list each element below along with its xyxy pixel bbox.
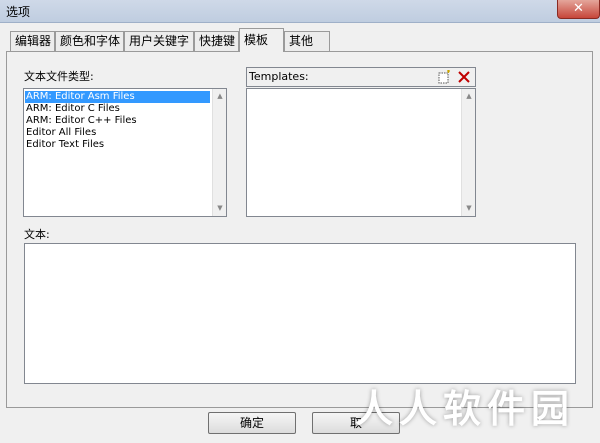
templates-listbox[interactable]: ▲ ▼ bbox=[246, 88, 476, 217]
tab-user-keywords[interactable]: 用户关键字 bbox=[124, 31, 194, 51]
templates-header: Templates: bbox=[246, 67, 476, 87]
scroll-down-icon[interactable]: ▼ bbox=[463, 204, 475, 212]
list-item[interactable]: ARM: Editor C Files bbox=[25, 103, 120, 115]
window-title: 选项 bbox=[6, 5, 31, 19]
file-types-scrollbar[interactable]: ▲ ▼ bbox=[212, 89, 226, 216]
tab-colors-fonts[interactable]: 颜色和字体 bbox=[55, 31, 124, 51]
file-types-listbox[interactable]: ARM: Editor Asm Files ARM: Editor C File… bbox=[23, 88, 227, 217]
tab-templates[interactable]: 模板 bbox=[239, 28, 284, 52]
scroll-up-icon[interactable]: ▲ bbox=[214, 92, 226, 100]
list-item[interactable]: Editor All Files bbox=[25, 127, 96, 139]
title-bar bbox=[0, 0, 600, 23]
close-button[interactable]: ✕ bbox=[557, 0, 600, 19]
watermark: 人人软件园 bbox=[355, 387, 576, 431]
text-label: 文本: bbox=[24, 228, 50, 241]
ok-button[interactable]: 确定 bbox=[208, 412, 296, 434]
scroll-down-icon[interactable]: ▼ bbox=[214, 204, 226, 212]
list-item[interactable]: ARM: Editor Asm Files bbox=[25, 91, 210, 103]
tab-other[interactable]: 其他 bbox=[284, 31, 330, 51]
file-types-label: 文本文件类型: bbox=[24, 70, 94, 83]
tab-shortcuts[interactable]: 快捷键 bbox=[194, 31, 239, 51]
templates-scrollbar[interactable]: ▲ ▼ bbox=[461, 89, 475, 216]
text-area[interactable] bbox=[24, 243, 576, 384]
templates-label: Templates: bbox=[249, 70, 309, 83]
delete-template-icon[interactable] bbox=[457, 70, 471, 84]
close-icon: ✕ bbox=[573, 1, 584, 16]
tab-editor[interactable]: 编辑器 bbox=[10, 31, 55, 51]
list-item[interactable]: Editor Text Files bbox=[25, 139, 104, 151]
new-template-icon[interactable] bbox=[437, 70, 451, 84]
list-item[interactable]: ARM: Editor C++ Files bbox=[25, 115, 137, 127]
scroll-up-icon[interactable]: ▲ bbox=[463, 92, 475, 100]
